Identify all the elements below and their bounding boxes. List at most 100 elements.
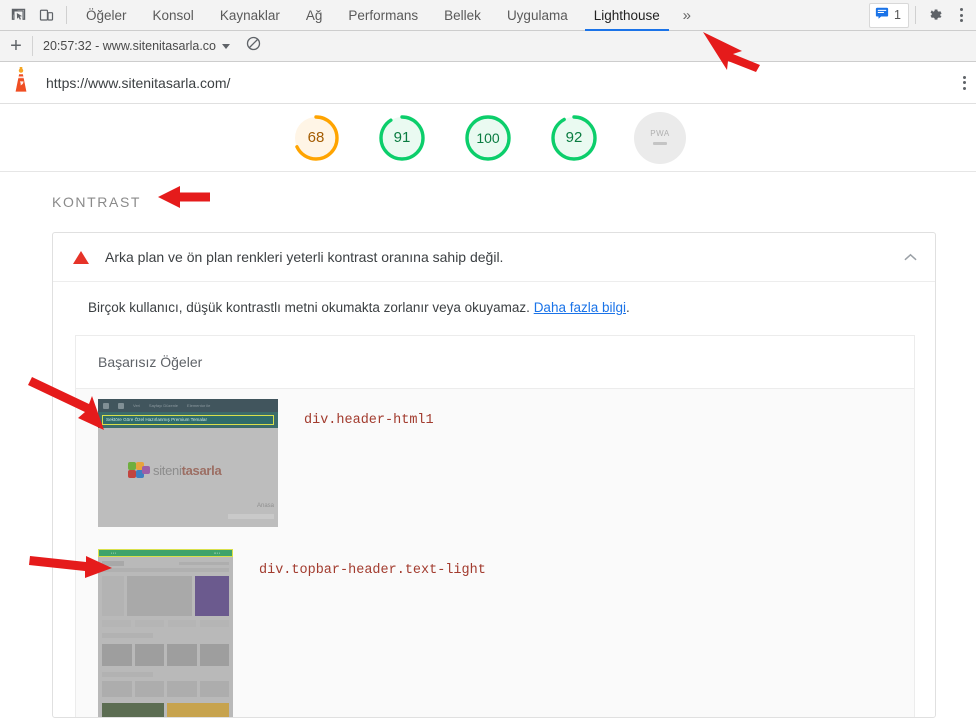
puzzle-icon [128,462,150,479]
tab-label: Konsol [152,7,194,23]
chevron-down-icon [222,43,231,49]
gauge-value: 91 [393,129,411,146]
thumbnail-body: sitenitasarla Anasa [98,428,278,527]
messages-button[interactable]: 1 [869,2,909,28]
tab-label: Öğeler [86,7,127,23]
gauge-seo[interactable]: 92 [548,112,600,164]
tab-application[interactable]: Uygulama [494,0,581,31]
clear-reports-button[interactable] [238,31,268,61]
banner-text: Sektöre Göre Özel Hazırlanmış Premium Te… [102,414,274,426]
gauge-accessibility[interactable]: 91 [359,112,445,178]
tab-label: Ağ [305,7,323,23]
thumbnail-nav-line [228,514,274,519]
thumbnail-card-row [102,644,229,666]
admin-bar-item: Veri [133,403,140,408]
gauge-best-practices[interactable]: 100 [462,112,514,164]
thumbnail-heading-line [102,633,153,638]
audit-title: Arka plan ve ön plan renkleri yeterli ko… [105,249,504,265]
devtools-window: Öğeler Konsol Kaynaklar Ağ Performans Be… [0,0,976,718]
thumbnail-card-row-2 [102,681,229,697]
chevron-up-icon[interactable] [904,251,917,264]
audit-card: Arka plan ve ön plan renkleri yeterli ko… [52,232,936,718]
report-url-bar: https://www.sitenitasarla.com/ [0,62,976,104]
report-select-dropdown[interactable]: 20:57:32 - www.sitenitasarla.co [33,31,238,61]
element-selector: div.topbar-header.text-light [259,563,486,578]
thumbnail-header [102,560,229,566]
tab-sources[interactable]: Kaynaklar [207,0,293,31]
more-tabs-label: » [682,6,691,24]
table-row: ▪ ▪ ▪ ▪▪ ▪ ▪ div.topbar-header.text-ligh… [76,537,914,717]
admin-bar-item: Sayfayı Düzenle [148,403,179,408]
gauge-pwa[interactable]: PWA [634,111,686,164]
tab-memory[interactable]: Bellek [431,0,494,31]
message-count: 1 [894,8,901,22]
score-gauges: 68 91 100 92 PWA [0,104,976,178]
plus-icon: + [10,34,22,57]
thumbnail-highlighted-topbar: ▪ ▪ ▪ ▪▪ ▪ ▪ [98,549,233,557]
device-toolbar-icon[interactable] [32,2,60,28]
audit-description: Birçok kullanıcı, düşük kontrastlı metni… [53,282,935,335]
audit-header[interactable]: Arka plan ve ön plan renkleri yeterli ko… [53,233,935,282]
site-logo: sitenitasarla [128,462,222,479]
report-menu-icon[interactable] [963,75,966,90]
logo-prefix: siteni [153,463,182,478]
more-vertical-icon [959,8,963,22]
gauge-value: 92 [565,129,583,146]
tab-label: Bellek [444,7,481,23]
thumbnail-bottom-row [102,703,229,717]
gauge-value: PWA [650,129,670,138]
thumbnail-promo [195,576,229,616]
gauge-value: 68 [307,129,325,146]
lighthouse-icon [10,67,32,98]
thumbnail-logo [102,560,124,566]
table-row: Veri Sayfayı Düzenle Elementor ile Sektö… [76,389,914,537]
thumbnail-hero-row [102,576,229,616]
gauge-performance[interactable]: 68 [290,112,342,164]
devtools-menu-icon[interactable] [948,2,974,28]
element-selector: div.header-html1 [304,413,434,428]
thumbnail-heading-line [102,672,153,677]
tab-network[interactable]: Ağ [293,0,336,31]
pwa-dash-icon [653,142,667,145]
devtools-toolbar: Öğeler Konsol Kaynaklar Ağ Performans Be… [0,0,976,31]
tab-label: Uygulama [506,7,568,23]
inspect-element-icon[interactable] [4,2,32,28]
toolbar-divider [66,6,67,24]
thumbnail-sidebar [102,576,124,616]
gear-icon[interactable] [922,2,948,28]
audit-description-text: Birçok kullanıcı, düşük kontrastlı metni… [88,300,534,315]
thumbnail-page-body [98,557,233,717]
tab-lighthouse[interactable]: Lighthouse [581,0,673,31]
thumbnail-nav-item: Anasa [256,503,274,509]
topbar-left-text: ▪ ▪ ▪ [111,551,116,555]
failing-elements-table: Başarısız Öğeler Veri Sayfayı Düzenle El… [75,335,915,717]
warning-triangle-icon [73,250,89,264]
admin-bar-item: Elementor ile [187,403,211,408]
element-thumbnail[interactable]: Veri Sayfayı Düzenle Elementor ile Sektö… [98,399,278,527]
tab-label: Kaynaklar [219,7,280,23]
tab-console[interactable]: Konsol [140,0,207,31]
wp-icon [103,402,109,409]
element-thumbnail[interactable]: ▪ ▪ ▪ ▪▪ ▪ ▪ [98,549,233,717]
logo-accent: tasarla [181,463,222,478]
logo-text: sitenitasarla [153,463,222,478]
learn-more-link[interactable]: Daha fazla bilgi [534,300,626,315]
no-entry-icon [246,36,261,56]
comment-icon [118,402,124,409]
gauge-value: 100 [476,129,500,146]
failing-elements-heading: Başarısız Öğeler [76,336,914,389]
more-vertical-icon [963,75,966,90]
tab-elements[interactable]: Öğeler [73,0,140,31]
thumbnail-nav [179,561,229,565]
report-url: https://www.sitenitasarla.com/ [46,74,231,91]
thumbnail-admin-bar: Veri Sayfayı Düzenle Elementor ile [98,399,278,412]
lighthouse-report-toolbar: + 20:57:32 - www.sitenitasarla.co [0,31,976,62]
tab-performance[interactable]: Performans [335,0,431,31]
thumbnail-highlighted-banner: Sektöre Göre Özel Hazırlanmış Premium Te… [98,412,278,428]
new-report-button[interactable]: + [0,31,32,61]
thumbnail-icon-row [102,620,229,627]
more-tabs-icon[interactable]: » [673,0,701,31]
toolbar-right-group: 1 [869,2,976,28]
thumbnail-hero [127,576,192,616]
section-heading-kontrast: KONTRAST [52,194,142,210]
